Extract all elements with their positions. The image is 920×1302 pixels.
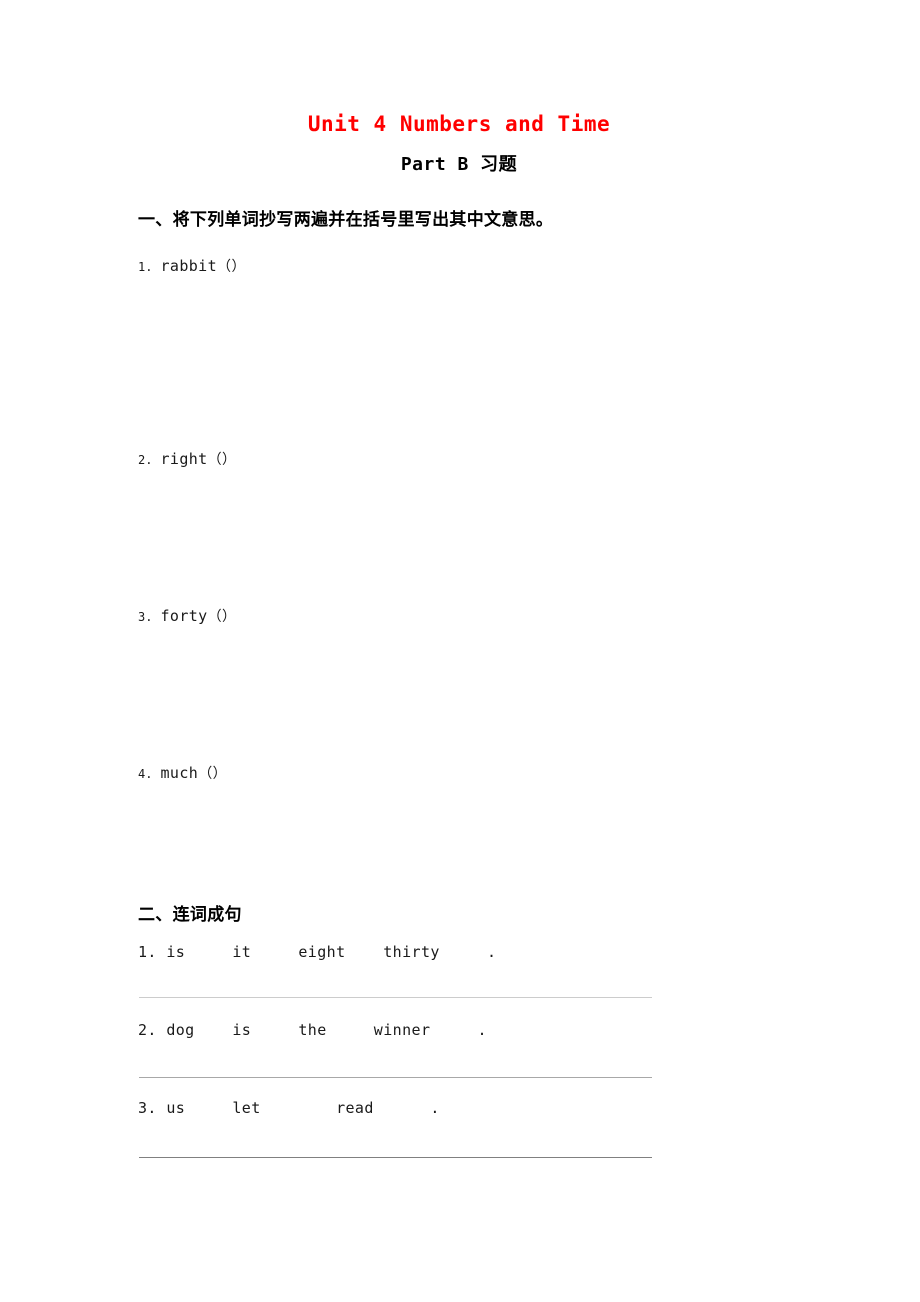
sentence-item: 1. is it eight thirty . (138, 943, 496, 961)
sentence-item-number: 2. (138, 1021, 157, 1039)
sentence-item: 3. us let read . (138, 1099, 440, 1117)
answer-line[interactable] (139, 1077, 652, 1078)
word-item: 1. rabbit（） (138, 256, 246, 276)
word-item: 2. right（） (138, 449, 236, 469)
sentence-item: 2. dog is the winner . (138, 1021, 487, 1039)
word-item-parenthesis: （） (207, 452, 237, 468)
worksheet-page: Unit 4 Numbers and Time Part B 习题 一、将下列单… (0, 0, 920, 1302)
word-item-word: much (160, 764, 199, 782)
word-item: 3. forty（） (138, 606, 236, 626)
section-one-heading: 一、将下列单词抄写两遍并在括号里写出其中文意思。 (138, 210, 554, 230)
section-two-heading: 二、连词成句 (138, 905, 242, 925)
word-item-number: 1. (138, 260, 153, 274)
word-item-parenthesis: （） (217, 259, 246, 275)
document-title: Unit 4 Numbers and Time (0, 110, 920, 138)
sentence-item-words: dog is the winner . (166, 1021, 487, 1039)
sentence-item-number: 1. (138, 943, 157, 961)
word-item-number: 4. (138, 767, 153, 781)
word-item-word: forty (160, 607, 208, 625)
word-item-number: 2. (138, 453, 153, 467)
word-item: 4. much（） (138, 763, 227, 783)
document-title-text: Unit 4 Numbers and Time (307, 112, 611, 136)
word-item-number: 3. (138, 610, 153, 624)
word-item-parenthesis: （） (207, 609, 237, 625)
document-subtitle: Part B 习题 (0, 152, 920, 178)
word-item-word: right (160, 450, 208, 468)
word-item-word: rabbit (160, 257, 218, 275)
sentence-item-number: 3. (138, 1099, 157, 1117)
document-subtitle-text: Part B 习题 (400, 154, 518, 175)
answer-line[interactable] (139, 1157, 652, 1158)
word-item-parenthesis: （） (198, 766, 227, 782)
sentence-item-words: us let read . (166, 1099, 440, 1117)
sentence-item-words: is it eight thirty . (166, 943, 497, 961)
answer-line[interactable] (139, 997, 652, 998)
